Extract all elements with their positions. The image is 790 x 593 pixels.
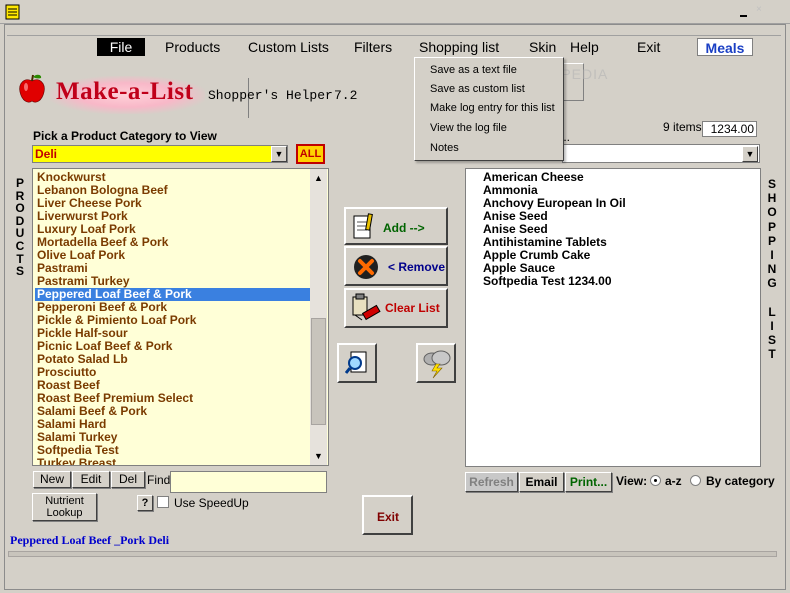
scroll-thumb[interactable] xyxy=(311,318,326,425)
products-vertical-letter: U xyxy=(15,226,25,241)
item-count: 9 items xyxy=(663,120,702,134)
products-vertical-letter: C xyxy=(15,238,25,253)
shopping-vertical-letter: O xyxy=(767,205,777,220)
app-version: 7.2 xyxy=(334,88,358,103)
file-menu-item[interactable]: Make log entry for this list xyxy=(416,99,562,118)
notepad-pencil-icon xyxy=(353,213,373,239)
exit-button-label: Exit xyxy=(377,510,400,524)
view-az-radio[interactable] xyxy=(650,475,661,486)
print-button[interactable]: Print... xyxy=(565,472,612,492)
menu-products[interactable]: Products xyxy=(161,38,224,56)
file-menu-item[interactable]: Save as custom list xyxy=(416,80,562,99)
category-select[interactable] xyxy=(32,145,288,163)
nutrient-lookup-button[interactable]: Nutrient Lookup xyxy=(32,493,97,521)
scroll-down-icon[interactable]: ▼ xyxy=(310,448,327,464)
shopping-vertical-letter: P xyxy=(767,233,776,248)
weather-button[interactable] xyxy=(416,343,456,383)
app-notepad-icon[interactable] xyxy=(5,4,21,20)
status-bar xyxy=(8,551,777,557)
dynamite-clipboard-icon xyxy=(352,293,381,321)
shopping-list-vertical-label: SHOPPINGLIST xyxy=(766,177,778,362)
minimize-icon[interactable] xyxy=(738,5,752,19)
products-vertical-label: PRODUCTS xyxy=(14,176,26,279)
product-list-item[interactable]: Turkey Breast xyxy=(37,457,312,466)
clear-list-label: Clear List xyxy=(385,301,440,315)
menu-file[interactable]: File xyxy=(97,38,145,56)
menu-custom-lists[interactable]: Custom Lists xyxy=(244,38,333,56)
file-menu-item[interactable]: Save as a text file xyxy=(416,61,562,80)
email-button[interactable]: Email xyxy=(519,472,564,492)
shopping-vertical-letter xyxy=(766,292,778,306)
shopping-vertical-letter: T xyxy=(768,347,776,362)
nutrient-label-line2: Lookup xyxy=(46,507,83,519)
app-subtitle: Shopper's Helper xyxy=(208,88,333,103)
menu-shopping-list[interactable]: Shopping list xyxy=(415,38,503,56)
apple-logo-icon xyxy=(17,73,47,105)
edit-product-button[interactable]: Edit xyxy=(72,471,110,488)
products-vertical-letter: D xyxy=(15,213,25,228)
menu-skin[interactable]: Skin xyxy=(525,38,560,56)
shopping-list-item[interactable]: Softpedia Test 1234.00 xyxy=(483,275,612,288)
nutrient-label-line1: Nutrient xyxy=(45,495,84,507)
view-category-label: By category xyxy=(706,474,775,488)
view-label: View: xyxy=(616,474,648,488)
file-menu-item[interactable]: View the log file xyxy=(416,119,562,138)
remove-button-label: < Remove xyxy=(388,260,446,274)
products-vertical-letter: R xyxy=(15,188,25,203)
shopping-list[interactable]: American Cheese Ammonia Anchovy European I… xyxy=(465,168,761,467)
search-button[interactable] xyxy=(337,343,377,383)
speedup-checkbox[interactable] xyxy=(157,496,169,508)
menu-filters[interactable]: Filters xyxy=(350,38,396,56)
product-list[interactable]: Knockwurst Lebanon Bologna Beef Liver Chee… xyxy=(32,168,329,466)
add-button-label: Add --> xyxy=(383,221,425,235)
shopping-vertical-letter: G xyxy=(767,276,777,291)
category-label: Pick a Product Category to View xyxy=(33,129,217,143)
category-value: Deli xyxy=(35,147,58,161)
shopping-vertical-letter: P xyxy=(767,219,776,234)
file-menu-item[interactable]: Notes xyxy=(416,139,562,158)
status-text: Peppered Loaf Beef _Pork Deli xyxy=(10,533,170,547)
view-az-label: a-z xyxy=(665,474,682,488)
help-button[interactable]: ? xyxy=(137,495,153,511)
view-category-radio[interactable] xyxy=(690,475,701,486)
find-input[interactable] xyxy=(170,471,327,493)
speedup-label: Use SpeedUp xyxy=(174,496,249,510)
chevron-down-icon[interactable]: ▼ xyxy=(742,146,758,162)
shopping-list-select[interactable] xyxy=(562,144,760,163)
close-icon[interactable]: × xyxy=(756,4,762,15)
scroll-up-icon[interactable]: ▲ xyxy=(310,170,327,186)
shopping-vertical-letter: L xyxy=(768,304,776,319)
shopping-vertical-letter: S xyxy=(767,177,776,191)
chevron-down-icon[interactable]: ▼ xyxy=(271,146,287,162)
find-label: Find xyxy=(147,473,171,487)
products-vertical-letter: T xyxy=(16,251,24,266)
menu-exit[interactable]: Exit xyxy=(633,38,664,56)
total-amount: 1234.00 xyxy=(702,121,757,137)
app-name: Make-a-List xyxy=(56,78,194,105)
shopping-vertical-letter: H xyxy=(767,191,777,206)
search-document-icon xyxy=(345,351,367,374)
menu-help[interactable]: Help xyxy=(566,38,603,56)
products-vertical-letter: S xyxy=(15,264,24,279)
products-vertical-letter: P xyxy=(15,176,24,190)
refresh-button[interactable]: Refresh xyxy=(465,472,518,492)
new-product-button[interactable]: New xyxy=(33,471,71,488)
title-bar[interactable] xyxy=(0,0,790,24)
shopping-vertical-letter: N xyxy=(767,262,777,277)
storm-cloud-icon xyxy=(423,350,451,379)
shopping-vertical-letter: S xyxy=(767,333,776,348)
products-vertical-letter: O xyxy=(15,201,25,216)
menu-meals[interactable]: Meals xyxy=(697,38,753,56)
shopping-vertical-letter: I xyxy=(770,318,774,333)
remove-x-icon xyxy=(354,255,378,279)
shopping-vertical-letter: I xyxy=(770,247,774,262)
delete-product-button[interactable]: Del xyxy=(111,471,145,488)
all-button[interactable]: ALL xyxy=(296,144,325,164)
